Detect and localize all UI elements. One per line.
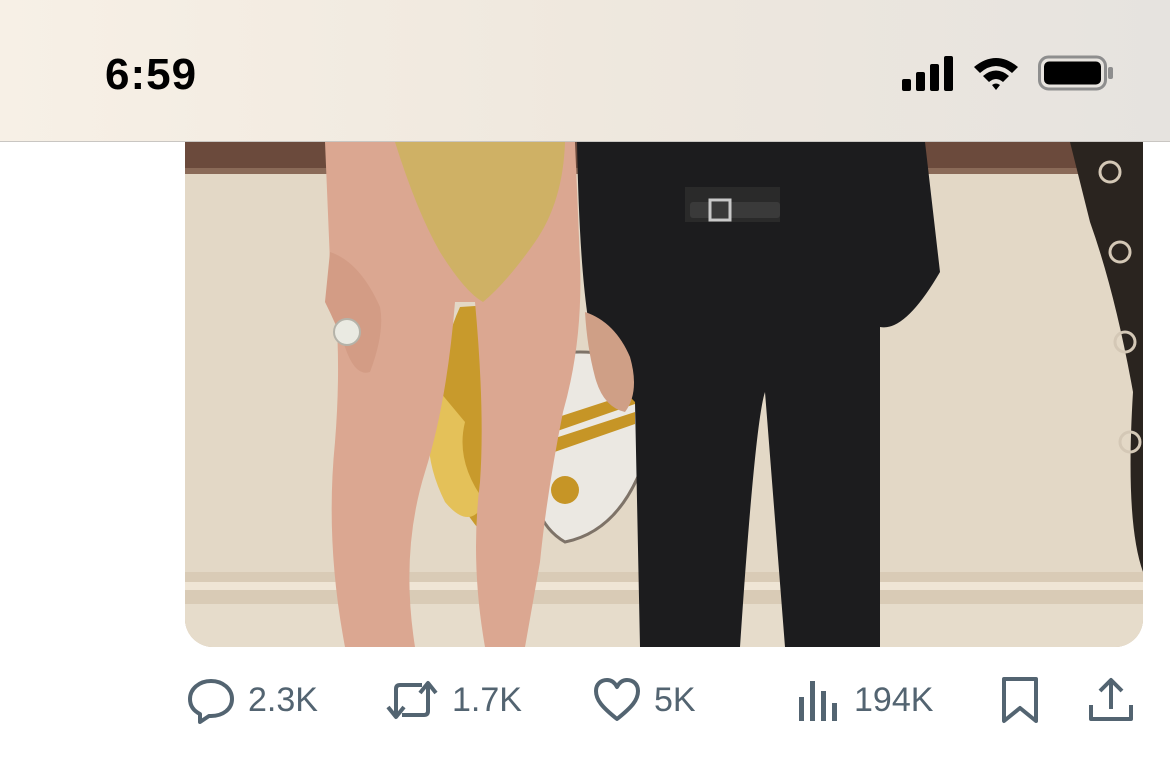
repost-button[interactable]: 1.7K [384, 674, 522, 726]
heart-icon [592, 675, 642, 725]
post-action-bar: 2.3K 1.7K 5K 194K [186, 674, 1136, 726]
share-button[interactable] [1086, 674, 1136, 726]
bookmark-button[interactable] [998, 674, 1042, 726]
post-photo[interactable] [185, 142, 1143, 647]
views-count: 194K [854, 680, 934, 719]
views-icon [796, 675, 842, 725]
status-bar: 6:59 [0, 0, 1170, 142]
like-button[interactable]: 5K [592, 674, 696, 726]
like-count: 5K [654, 680, 696, 719]
reply-count: 2.3K [248, 680, 318, 719]
repost-count: 1.7K [452, 680, 522, 719]
status-time: 6:59 [105, 50, 198, 99]
share-icon [1086, 675, 1136, 725]
reply-icon [186, 675, 236, 725]
bookmark-icon [998, 675, 1042, 725]
cellular-signal-icon [902, 55, 954, 96]
battery-icon [1038, 55, 1114, 96]
reply-button[interactable]: 2.3K [186, 674, 318, 726]
repost-icon [384, 675, 440, 725]
status-icons [902, 55, 1114, 96]
wifi-icon [972, 55, 1020, 96]
views-button[interactable]: 194K [796, 674, 933, 726]
